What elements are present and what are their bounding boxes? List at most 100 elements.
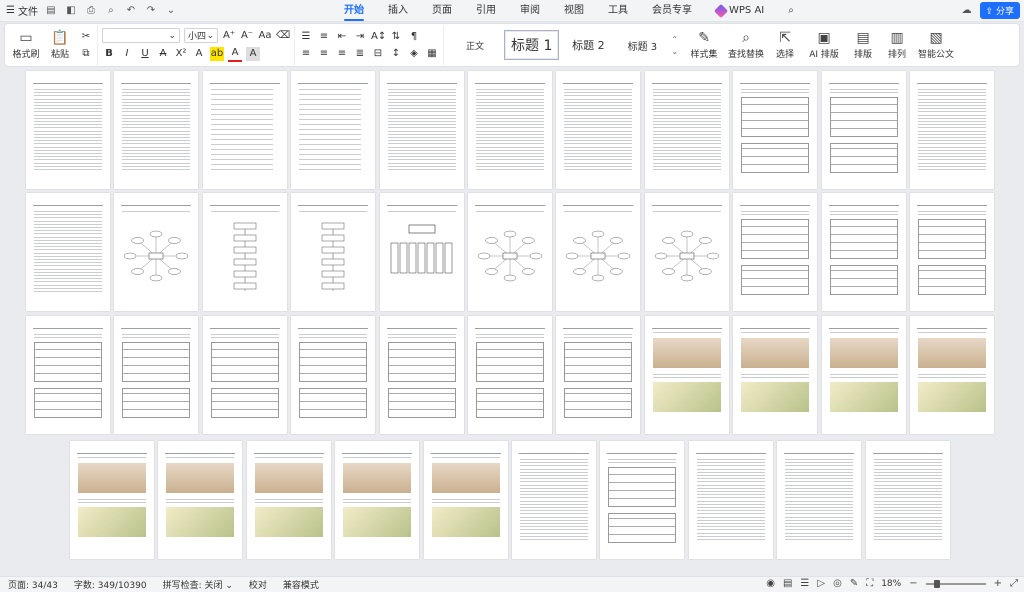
tab-references[interactable]: 引用 — [464, 0, 508, 22]
file-menu[interactable]: ☰ 文件 — [6, 3, 38, 18]
page-thumbnail[interactable] — [379, 71, 464, 189]
page-thumbnail[interactable] — [291, 71, 376, 189]
format-painter-button[interactable]: ▭ 格式刷 — [9, 25, 43, 65]
page-thumbnail[interactable] — [114, 316, 199, 434]
tab-page[interactable]: 页面 — [420, 0, 464, 22]
word-count[interactable]: 字数: 349/10390 — [66, 578, 155, 591]
page-thumbnail[interactable] — [468, 193, 552, 311]
page-thumbnail[interactable] — [733, 193, 818, 311]
save-icon[interactable]: ▤ — [44, 4, 58, 18]
style-heading-2[interactable]: 标题 2 — [563, 30, 613, 60]
page-thumbnail[interactable] — [600, 441, 685, 559]
chevron-down-icon[interactable]: ⌄ — [164, 4, 178, 18]
bold-icon[interactable]: B — [102, 47, 116, 61]
bullet-list-icon[interactable]: ☰ — [299, 30, 313, 44]
redo-icon[interactable]: ↷ — [144, 4, 158, 18]
page-thumbnail[interactable] — [821, 193, 906, 311]
page-thumbnail[interactable] — [26, 316, 110, 434]
tab-tools[interactable]: 工具 — [596, 0, 640, 22]
page-thumbnail[interactable] — [158, 441, 243, 559]
page-thumbnail[interactable] — [556, 71, 641, 189]
style-heading-3[interactable]: 标题 3 — [617, 30, 667, 60]
page-thumbnail[interactable] — [246, 441, 331, 559]
tab-review[interactable]: 审阅 — [508, 0, 552, 22]
web-view-icon[interactable]: ◎ — [833, 578, 842, 589]
page-thumbnail[interactable] — [26, 193, 110, 311]
line-spacing-icon[interactable]: ↕ — [389, 47, 403, 61]
sort-icon[interactable]: ⇅ — [389, 30, 403, 44]
page-thumbnail[interactable] — [114, 71, 199, 189]
tab-insert[interactable]: 插入 — [376, 0, 420, 22]
style-normal[interactable]: 正文 — [450, 30, 500, 60]
page-thumbnail[interactable] — [70, 441, 154, 559]
font-name-select[interactable]: ⌄ — [102, 28, 180, 43]
page-thumbnail[interactable] — [910, 71, 994, 189]
page-thumbnail[interactable] — [644, 316, 729, 434]
page-thumbnail[interactable] — [910, 193, 994, 311]
export-pdf-icon[interactable]: ◧ — [64, 4, 78, 18]
page-thumbnail[interactable] — [379, 193, 464, 311]
char-shading-icon[interactable]: A — [246, 47, 260, 61]
zoom-slider-knob[interactable] — [933, 579, 940, 588]
page-thumbnail[interactable] — [733, 316, 818, 434]
page-thumbnail[interactable] — [910, 316, 994, 434]
page-thumbnail[interactable] — [202, 193, 287, 311]
page-thumbnail[interactable] — [114, 193, 199, 311]
page-thumbnail[interactable] — [556, 316, 641, 434]
italic-icon[interactable]: I — [120, 47, 134, 61]
find-replace-button[interactable]: ⌕ 查找替换 — [724, 25, 768, 65]
tab-view[interactable]: 视图 — [552, 0, 596, 22]
strikethrough-icon[interactable]: A — [156, 47, 170, 61]
page-thumbnail[interactable] — [291, 316, 376, 434]
cut-icon[interactable]: ✂ — [79, 30, 93, 44]
page-thumbnail[interactable] — [644, 193, 729, 311]
underline-icon[interactable]: U — [138, 47, 152, 61]
text-effect-icon[interactable]: A — [192, 47, 206, 61]
pen-icon[interactable]: ✎ — [850, 578, 858, 589]
decrease-indent-icon[interactable]: ⇤ — [335, 30, 349, 44]
undo-icon[interactable]: ↶ — [124, 4, 138, 18]
page-thumbnail[interactable] — [733, 71, 818, 189]
page-thumbnail[interactable] — [468, 316, 552, 434]
page-indicator[interactable]: 页面: 34/43 — [0, 578, 66, 591]
tab-home[interactable]: 开始 — [332, 0, 376, 22]
paste-button[interactable]: 📋 粘贴 — [43, 25, 77, 65]
print-icon[interactable]: ⎙ — [84, 4, 98, 18]
superscript-icon[interactable]: X² — [174, 47, 188, 61]
arrange-button[interactable]: ▥ 排列 — [880, 25, 914, 65]
zoom-out-icon[interactable]: − — [909, 578, 917, 589]
page-thumbnail[interactable] — [777, 441, 862, 559]
page-thumbnail[interactable] — [468, 71, 552, 189]
page-thumbnail[interactable] — [512, 441, 596, 559]
change-case-icon[interactable]: Aa — [258, 29, 272, 43]
page-thumbnail[interactable] — [644, 71, 729, 189]
fit-page-icon[interactable]: ⛶ — [866, 578, 873, 589]
zoom-level[interactable]: 18% — [881, 579, 901, 589]
style-set-button[interactable]: ✎ 样式集 — [684, 25, 724, 65]
numbered-list-icon[interactable]: ≡ — [317, 30, 331, 44]
zoom-in-icon[interactable]: + — [994, 578, 1002, 589]
smart-doc-button[interactable]: ▧ 智能公文 — [914, 25, 958, 65]
spell-check-toggle[interactable]: 拼写检查: 关闭 ⌄ — [155, 578, 241, 591]
select-button[interactable]: ⇱ 选择 — [768, 25, 802, 65]
clear-format-icon[interactable]: ⌫ — [276, 29, 290, 43]
print-preview-icon[interactable]: ⌕ — [104, 4, 118, 18]
page-thumbnail[interactable] — [291, 193, 376, 311]
share-button[interactable]: ⇪ 分享 — [979, 2, 1020, 19]
cloud-sync-icon[interactable]: ☁ — [960, 4, 974, 18]
search-icon[interactable]: ⌕ — [776, 0, 806, 22]
page-thumbnail[interactable] — [821, 316, 906, 434]
page-thumbnail[interactable] — [202, 316, 287, 434]
page-thumbnail[interactable] — [865, 441, 950, 559]
grow-font-icon[interactable]: A⁺ — [222, 29, 236, 43]
page-thumbnail[interactable] — [379, 316, 464, 434]
chevron-down-icon[interactable]: ⌄ — [671, 47, 678, 56]
page-thumbnail[interactable] — [26, 71, 110, 189]
text-direction-icon[interactable]: A↕ — [371, 30, 386, 44]
align-center-icon[interactable]: ≡ — [317, 47, 331, 61]
border-icon[interactable]: ▦ — [425, 47, 439, 61]
justify-icon[interactable]: ≣ — [353, 47, 367, 61]
font-color-icon[interactable]: A — [228, 46, 242, 62]
align-right-icon[interactable]: ≡ — [335, 47, 349, 61]
chevron-up-icon[interactable]: ⌃ — [671, 35, 678, 44]
